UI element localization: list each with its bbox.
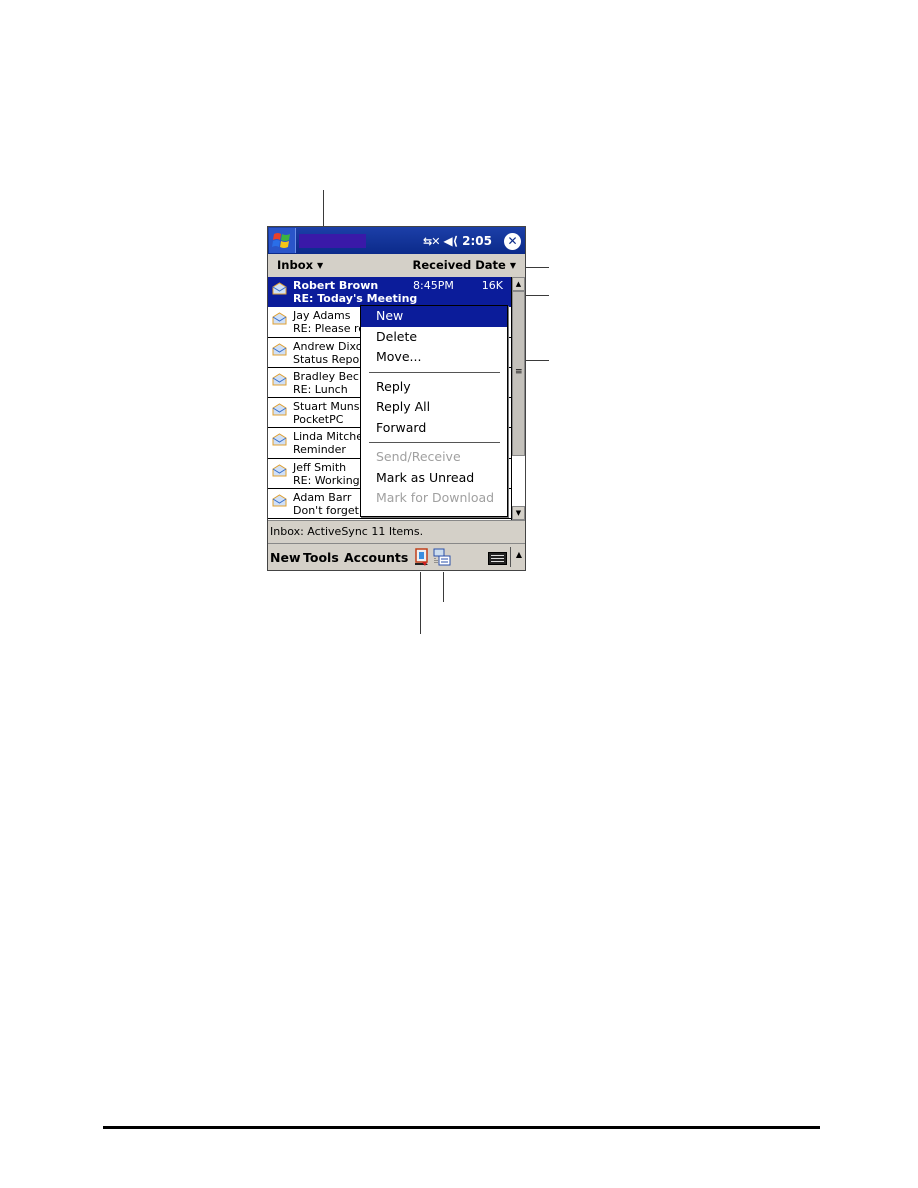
envelope-icon [272, 464, 287, 477]
contacts-icon[interactable] [414, 548, 430, 567]
menu-item-mark-unread[interactable]: Mark as Unread [361, 468, 507, 489]
context-menu: New Delete Move... Reply Reply All Forwa… [360, 305, 508, 517]
chevron-down-icon: ▼ [317, 261, 324, 270]
message-time: 8:45PM [413, 279, 454, 292]
status-icons: ⇆✕ ◀⟨ 2:05 ✕ [423, 231, 521, 251]
arrow-down-icon: ▼ [515, 509, 522, 517]
title-bar: ⇆✕ ◀⟨ 2:05 ✕ [268, 227, 525, 254]
arrow-up-icon: ▲ [515, 280, 522, 288]
menu-item-reply[interactable]: Reply [361, 377, 507, 398]
windows-flag-icon [272, 233, 290, 248]
envelope-icon [272, 312, 287, 325]
list-scrollbar[interactable]: ▲ ≡ ▼ [511, 277, 525, 520]
sip-arrow-icon[interactable]: ▲ [516, 550, 522, 559]
keyboard-icon[interactable] [488, 552, 507, 565]
envelope-icon [272, 403, 287, 416]
start-button[interactable] [269, 228, 296, 253]
scroll-up-button[interactable]: ▲ [512, 277, 525, 291]
menu-separator [369, 442, 500, 443]
menu-item-delete[interactable]: Delete [361, 327, 507, 348]
menu-item-new[interactable]: New [361, 306, 507, 327]
accounts-menu[interactable]: Accounts [344, 550, 408, 565]
menu-separator [369, 371, 500, 373]
clock[interactable]: 2:05 [462, 234, 492, 248]
menu-item-forward[interactable]: Forward [361, 418, 507, 439]
status-bar: Inbox: ActiveSync 11 Items. [268, 520, 525, 544]
envelope-icon [272, 433, 287, 446]
scroll-down-button[interactable]: ▼ [512, 506, 525, 520]
callout-line-sendrecv [443, 572, 444, 602]
message-sender: Robert Brown [293, 279, 379, 292]
footer-rule [103, 1126, 820, 1129]
message-size: 16K [481, 279, 503, 292]
send-receive-icon[interactable] [433, 548, 451, 567]
pocketpc-screen: ⇆✕ ◀⟨ 2:05 ✕ Inbox ▼ Received Date ▼ Rober… [267, 226, 526, 571]
folder-dropdown[interactable]: Inbox ▼ [277, 258, 323, 272]
grip-icon: ≡ [515, 367, 523, 377]
sort-dropdown[interactable]: Received Date ▼ [412, 258, 516, 272]
folder-label: Inbox [277, 258, 314, 272]
callout-line-contacts [420, 572, 421, 634]
tools-menu[interactable]: Tools [303, 550, 339, 565]
menu-item-send-receive: Send/Receive [376, 449, 461, 464]
connectivity-icon[interactable]: ⇆✕ [423, 235, 440, 248]
sort-label: Received Date [412, 258, 506, 272]
chevron-down-icon: ▼ [509, 261, 516, 270]
message-row[interactable]: Robert Brown RE: Today's Meeting 8:45PM … [268, 277, 511, 308]
menu-item-reply-all[interactable]: Reply All [361, 397, 507, 418]
window-title [299, 234, 366, 248]
envelope-icon [272, 494, 287, 507]
sip-separator [510, 547, 511, 567]
command-bar: New Tools Accounts ▲ [268, 544, 525, 570]
sort-bar: Inbox ▼ Received Date ▼ [268, 254, 525, 278]
envelope-icon [272, 343, 287, 356]
message-subject: RE: Today's Meeting [293, 292, 418, 305]
scroll-thumb[interactable]: ≡ [512, 291, 525, 456]
menu-item-move[interactable]: Move... [361, 347, 507, 368]
menu-item-mark-download: Mark for Download [376, 490, 495, 505]
close-icon[interactable]: ✕ [504, 232, 521, 250]
envelope-icon [272, 373, 287, 386]
speaker-icon[interactable]: ◀⟨ [443, 234, 458, 248]
envelope-icon [272, 282, 287, 295]
new-menu[interactable]: New [270, 550, 301, 565]
